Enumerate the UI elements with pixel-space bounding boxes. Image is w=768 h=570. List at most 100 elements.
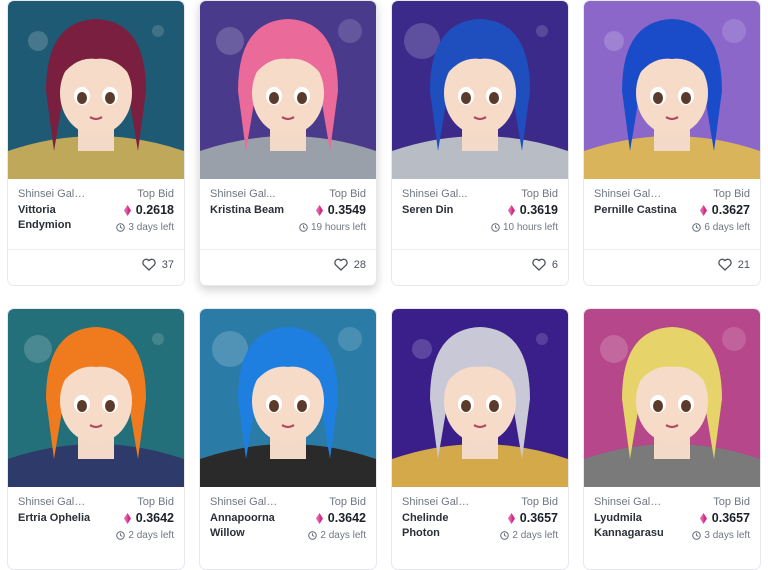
- card-info: Shinsei Galv... Top Bid Annapoorna Willo…: [200, 487, 376, 557]
- heart-icon[interactable]: [142, 258, 156, 271]
- top-bid-price: 0.2618: [123, 203, 174, 217]
- time-left-text: 19 hours left: [310, 222, 366, 233]
- portrait-art: [392, 1, 568, 179]
- collection-name[interactable]: Shinsei Galv...: [594, 496, 664, 508]
- time-left: 3 days left: [692, 530, 750, 541]
- nft-name[interactable]: Kristina Beam: [210, 203, 296, 218]
- nft-image[interactable]: [200, 309, 376, 487]
- nft-card[interactable]: Shinsei Gal... Top Bid Seren Din 0.3619 …: [391, 0, 569, 286]
- top-bid-price: 0.3627: [699, 203, 750, 217]
- nft-card[interactable]: Shinsei Gal... Top Bid Kristina Beam 0.3…: [199, 0, 377, 286]
- price-value: 0.2618: [135, 203, 174, 217]
- nft-image[interactable]: [392, 1, 568, 179]
- top-bid-label: Top Bid: [521, 188, 558, 200]
- nft-card[interactable]: Shinsei Galv... Top Bid Pernille Castina…: [583, 0, 761, 286]
- clock-icon: [500, 531, 510, 540]
- nft-name[interactable]: Vittoria Endymion: [18, 203, 104, 233]
- collection-name[interactable]: Shinsei Galv...: [402, 496, 472, 508]
- top-bid-price: 0.3619: [507, 203, 558, 217]
- nft-card[interactable]: Shinsei Galv... Top Bid Vittoria Endymio…: [7, 0, 185, 286]
- eth-diamond-icon: [507, 204, 515, 216]
- like-button[interactable]: 6: [532, 258, 558, 271]
- nft-name[interactable]: Pernille Castina: [594, 203, 680, 218]
- top-bid-label: Top Bid: [521, 496, 558, 508]
- time-left-text: 6 days left: [704, 222, 750, 233]
- nft-image[interactable]: [8, 309, 184, 487]
- like-button[interactable]: 28: [334, 258, 366, 271]
- time-left: 10 hours left: [491, 222, 558, 233]
- collection-name[interactable]: Shinsei Galv...: [18, 188, 88, 200]
- like-button[interactable]: 21: [718, 258, 750, 271]
- top-bid-price: 0.3549: [315, 203, 366, 217]
- nft-name[interactable]: Annapoorna Willow: [210, 511, 296, 541]
- nft-card[interactable]: Shinsei Galv... Top Bid Annapoorna Willo…: [199, 308, 377, 570]
- price-value: 0.3549: [327, 203, 366, 217]
- card-divider: [200, 249, 376, 250]
- nft-image[interactable]: [584, 309, 760, 487]
- nft-card[interactable]: Shinsei Galv... Top Bid Ertria Ophelia 0…: [7, 308, 185, 570]
- like-count: 21: [737, 258, 750, 271]
- time-left-text: 2 days left: [128, 530, 174, 541]
- collection-name[interactable]: Shinsei Galv...: [594, 188, 664, 200]
- nft-name[interactable]: Chelinde Photon: [402, 511, 488, 541]
- clock-icon: [692, 531, 702, 540]
- time-left: 19 hours left: [299, 222, 366, 233]
- eth-diamond-icon: [699, 204, 707, 216]
- collection-name[interactable]: Shinsei Galv...: [18, 496, 88, 508]
- top-bid-label: Top Bid: [329, 496, 366, 508]
- nft-name[interactable]: Ertria Ophelia: [18, 511, 104, 526]
- time-left: 3 days left: [116, 222, 174, 233]
- price-value: 0.3619: [519, 203, 558, 217]
- top-bid-label: Top Bid: [713, 496, 750, 508]
- nft-name[interactable]: Seren Din: [402, 203, 488, 218]
- portrait-art: [8, 309, 184, 487]
- card-info: Shinsei Galv... Top Bid Chelinde Photon …: [392, 487, 568, 557]
- price-value: 0.3657: [711, 511, 750, 525]
- eth-diamond-icon: [699, 512, 707, 524]
- heart-icon[interactable]: [718, 258, 732, 271]
- heart-icon[interactable]: [532, 258, 546, 271]
- card-info: Shinsei Galv... Top Bid Lyudmila Kannaga…: [584, 487, 760, 557]
- card-info: Shinsei Gal... Top Bid Kristina Beam 0.3…: [200, 179, 376, 249]
- top-bid-label: Top Bid: [137, 496, 174, 508]
- top-bid-price: 0.3642: [315, 511, 366, 525]
- clock-icon: [692, 223, 702, 232]
- top-bid-label: Top Bid: [713, 188, 750, 200]
- portrait-art: [8, 1, 184, 179]
- top-bid-price: 0.3642: [123, 511, 174, 525]
- top-bid-price: 0.3657: [507, 511, 558, 525]
- heart-icon[interactable]: [334, 258, 348, 271]
- top-bid-label: Top Bid: [137, 188, 174, 200]
- nft-card[interactable]: Shinsei Galv... Top Bid Chelinde Photon …: [391, 308, 569, 570]
- time-left: 6 days left: [692, 222, 750, 233]
- clock-icon: [116, 223, 126, 232]
- like-count: 37: [161, 258, 174, 271]
- nft-image[interactable]: [392, 309, 568, 487]
- collection-name[interactable]: Shinsei Galv...: [210, 496, 280, 508]
- nft-image[interactable]: [200, 1, 376, 179]
- nft-image[interactable]: [584, 1, 760, 179]
- card-divider: [8, 249, 184, 250]
- card-info: Shinsei Gal... Top Bid Seren Din 0.3619 …: [392, 179, 568, 249]
- eth-diamond-icon: [507, 512, 515, 524]
- time-left: 2 days left: [116, 530, 174, 541]
- collection-name[interactable]: Shinsei Gal...: [402, 188, 472, 200]
- clock-icon: [299, 223, 308, 232]
- nft-image[interactable]: [8, 1, 184, 179]
- card-divider: [584, 249, 760, 250]
- time-left-text: 2 days left: [320, 530, 366, 541]
- portrait-art: [392, 309, 568, 487]
- time-left-text: 10 hours left: [502, 222, 558, 233]
- collection-name[interactable]: Shinsei Gal...: [210, 188, 280, 200]
- card-info: Shinsei Galv... Top Bid Vittoria Endymio…: [8, 179, 184, 249]
- portrait-art: [200, 1, 376, 179]
- nft-name[interactable]: Lyudmila Kannagarasu: [594, 511, 680, 541]
- like-button[interactable]: 37: [142, 258, 174, 271]
- time-left-text: 3 days left: [704, 530, 750, 541]
- time-left-text: 2 days left: [512, 530, 558, 541]
- nft-card[interactable]: Shinsei Galv... Top Bid Lyudmila Kannaga…: [583, 308, 761, 570]
- price-value: 0.3642: [135, 511, 174, 525]
- portrait-art: [584, 309, 760, 487]
- clock-icon: [116, 531, 126, 540]
- portrait-art: [584, 1, 760, 179]
